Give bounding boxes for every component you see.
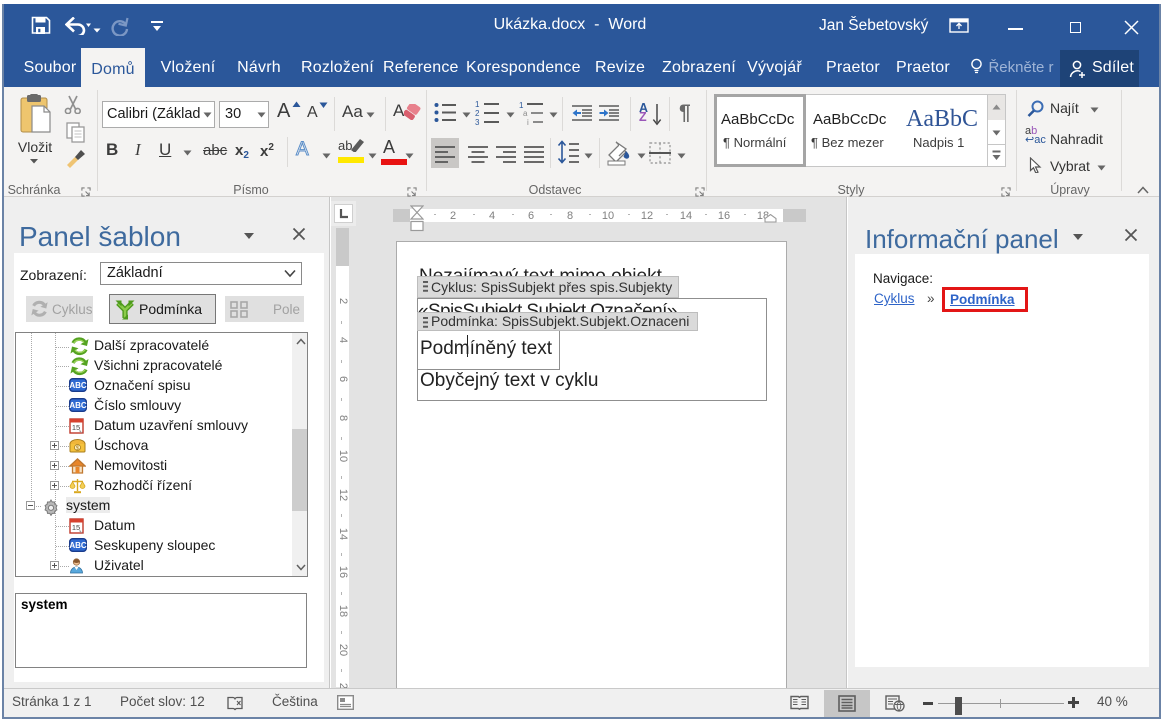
svg-text:2: 2 <box>475 109 480 118</box>
svg-text:3: 3 <box>475 118 480 125</box>
svg-text:a: a <box>523 109 528 118</box>
svg-text:$: $ <box>76 445 80 452</box>
svg-text:1: 1 <box>475 100 480 109</box>
svg-text:ABC: ABC <box>69 381 87 390</box>
svg-text:ABC: ABC <box>69 401 87 410</box>
svg-text:i: i <box>527 118 529 125</box>
svg-text:ABC: ABC <box>69 541 87 550</box>
svg-text:15: 15 <box>72 523 80 532</box>
svg-text:15: 15 <box>72 423 80 432</box>
